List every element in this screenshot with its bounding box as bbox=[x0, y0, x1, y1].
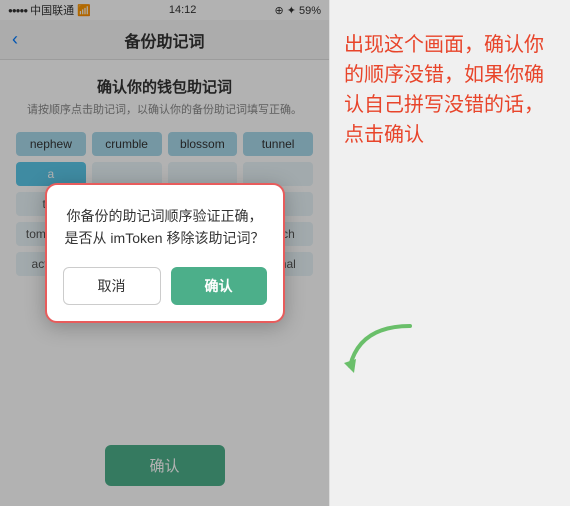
phone-screen: ●●●●● 中国联通 📶 14:12 ⊕ ✦ 59% ‹ 备份助记词 确认你的钱… bbox=[0, 0, 330, 506]
annotation-text: 出现这个画面，确认你的顺序没错，如果你确认自己拼写没错的话，点击确认 bbox=[344, 30, 556, 150]
annotation-section: 出现这个画面，确认你的顺序没错，如果你确认自己拼写没错的话，点击确认 bbox=[330, 0, 570, 506]
modal-cancel-button[interactable]: 取消 bbox=[63, 267, 161, 305]
modal-dialog: 你备份的助记词顺序验证正确，是否从 imToken 移除该助记词？ 取消 确认 bbox=[45, 183, 285, 324]
arrow-graphic bbox=[340, 321, 420, 386]
modal-buttons: 取消 确认 bbox=[63, 267, 267, 305]
modal-confirm-button[interactable]: 确认 bbox=[171, 267, 267, 305]
modal-overlay: 你备份的助记词顺序验证正确，是否从 imToken 移除该助记词？ 取消 确认 bbox=[0, 0, 329, 506]
modal-text: 你备份的助记词顺序验证正确，是否从 imToken 移除该助记词？ bbox=[63, 205, 267, 250]
